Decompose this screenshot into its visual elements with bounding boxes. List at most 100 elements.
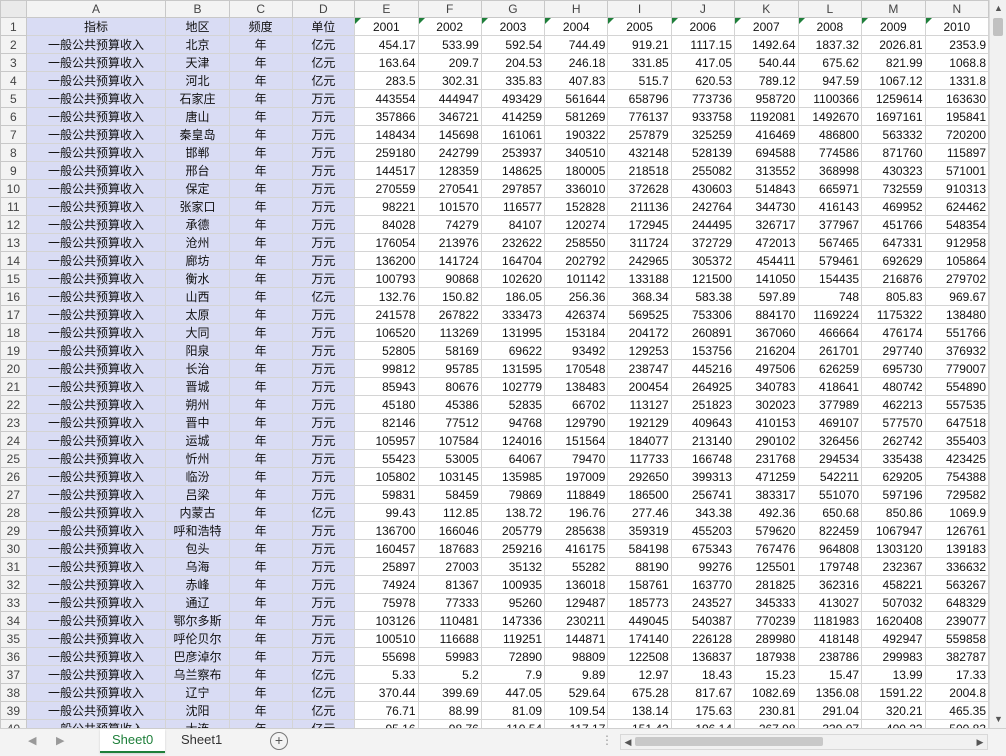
table-cell[interactable]: 一般公共预算收入 xyxy=(25,575,167,594)
header-cell[interactable]: 2010 xyxy=(924,17,989,36)
row-number[interactable]: 3 xyxy=(0,53,27,72)
table-cell[interactable]: 447.05 xyxy=(480,683,546,702)
table-cell[interactable]: 239077 xyxy=(924,611,989,630)
table-cell[interactable]: 运城 xyxy=(165,431,230,450)
table-cell[interactable]: 163770 xyxy=(670,575,736,594)
table-cell[interactable]: 万元 xyxy=(291,611,356,630)
table-cell[interactable]: 81367 xyxy=(417,575,482,594)
table-cell[interactable]: 年 xyxy=(228,71,293,90)
table-cell[interactable]: 年 xyxy=(228,197,293,216)
table-cell[interactable]: 巴彦淖尔 xyxy=(165,647,230,666)
table-cell[interactable]: 647331 xyxy=(861,233,926,252)
table-cell[interactable]: 336632 xyxy=(924,557,989,576)
table-cell[interactable]: 131995 xyxy=(480,323,546,342)
table-cell[interactable]: 101142 xyxy=(544,269,609,288)
table-cell[interactable]: 万元 xyxy=(291,323,356,342)
table-cell[interactable]: 年 xyxy=(228,521,293,540)
table-cell[interactable]: 163.64 xyxy=(354,53,419,72)
row-number[interactable]: 40 xyxy=(0,719,27,728)
table-cell[interactable]: 1068.8 xyxy=(924,53,989,72)
vertical-scroll-thumb[interactable] xyxy=(993,18,1003,36)
table-cell[interactable]: 吕梁 xyxy=(165,485,230,504)
scroll-right-arrow-icon[interactable]: ▶ xyxy=(973,735,987,749)
table-cell[interactable]: 27003 xyxy=(417,557,482,576)
table-cell[interactable]: 335438 xyxy=(861,449,926,468)
table-cell[interactable]: 260891 xyxy=(670,323,736,342)
table-cell[interactable]: 年 xyxy=(228,395,293,414)
table-cell[interactable]: 72890 xyxy=(480,647,546,666)
table-cell[interactable]: 张家口 xyxy=(165,197,230,216)
table-cell[interactable]: 一般公共预算收入 xyxy=(25,143,167,162)
row-number[interactable]: 20 xyxy=(0,359,27,378)
table-cell[interactable]: 213140 xyxy=(670,431,736,450)
table-cell[interactable]: 122508 xyxy=(607,647,672,666)
table-cell[interactable]: 一般公共预算收入 xyxy=(25,251,167,270)
table-cell[interactable]: 528139 xyxy=(670,143,736,162)
header-cell[interactable]: 2005 xyxy=(607,17,672,36)
table-cell[interactable]: 413027 xyxy=(797,593,863,612)
table-cell[interactable]: 166748 xyxy=(670,449,736,468)
table-cell[interactable]: 万元 xyxy=(291,341,356,360)
table-cell[interactable]: 1175322 xyxy=(861,305,926,324)
table-cell[interactable]: 256.36 xyxy=(544,287,609,306)
table-cell[interactable]: 万元 xyxy=(291,359,356,378)
table-cell[interactable]: 540387 xyxy=(670,611,736,630)
table-cell[interactable]: 万元 xyxy=(291,125,356,144)
table-cell[interactable]: 153184 xyxy=(544,323,609,342)
table-cell[interactable]: 74924 xyxy=(354,575,419,594)
row-number[interactable]: 38 xyxy=(0,683,27,702)
table-cell[interactable]: 81.09 xyxy=(480,701,546,720)
table-cell[interactable]: 113127 xyxy=(607,395,672,414)
header-cell[interactable]: 单位 xyxy=(291,17,356,36)
table-cell[interactable]: 53005 xyxy=(417,449,482,468)
table-cell[interactable]: 承德 xyxy=(165,215,230,234)
table-cell[interactable]: 55282 xyxy=(544,557,609,576)
table-cell[interactable]: 176054 xyxy=(354,233,419,252)
table-cell[interactable]: 88190 xyxy=(607,557,672,576)
table-cell[interactable]: 9.89 xyxy=(544,665,609,684)
table-cell[interactable]: 一般公共预算收入 xyxy=(25,683,167,702)
table-cell[interactable]: 1259614 xyxy=(861,89,926,108)
horizontal-scroll-thumb[interactable] xyxy=(635,737,823,746)
table-cell[interactable]: 一般公共预算收入 xyxy=(25,215,167,234)
table-cell[interactable]: 一般公共预算收入 xyxy=(25,89,167,108)
table-cell[interactable]: 620.53 xyxy=(670,71,736,90)
table-cell[interactable]: 一般公共预算收入 xyxy=(25,305,167,324)
table-cell[interactable]: 567465 xyxy=(797,233,863,252)
table-cell[interactable]: 579620 xyxy=(734,521,799,540)
table-cell[interactable]: 1100366 xyxy=(797,89,863,108)
table-cell[interactable]: 255082 xyxy=(670,161,736,180)
table-cell[interactable]: 万元 xyxy=(291,431,356,450)
table-cell[interactable]: 年 xyxy=(228,125,293,144)
table-cell[interactable]: 131595 xyxy=(480,359,546,378)
table-cell[interactable]: 675.28 xyxy=(607,683,672,702)
table-cell[interactable]: 年 xyxy=(228,233,293,252)
table-cell[interactable]: 52805 xyxy=(354,341,419,360)
table-cell[interactable]: 172945 xyxy=(607,215,672,234)
table-cell[interactable]: 110481 xyxy=(417,611,482,630)
table-cell[interactable]: 675.62 xyxy=(797,53,863,72)
table-cell[interactable]: 569525 xyxy=(607,305,672,324)
table-cell[interactable]: 年 xyxy=(228,89,293,108)
table-cell[interactable]: 584198 xyxy=(607,539,672,558)
table-cell[interactable]: 333473 xyxy=(480,305,546,324)
table-cell[interactable]: 年 xyxy=(228,539,293,558)
table-cell[interactable]: 344730 xyxy=(734,197,799,216)
row-number[interactable]: 28 xyxy=(0,503,27,522)
table-cell[interactable]: 753306 xyxy=(670,305,736,324)
table-cell[interactable]: 亿元 xyxy=(291,719,356,728)
row-number[interactable]: 12 xyxy=(0,215,27,234)
table-cell[interactable]: 170548 xyxy=(544,359,609,378)
table-cell[interactable]: 256741 xyxy=(670,485,736,504)
table-cell[interactable]: 一般公共预算收入 xyxy=(25,269,167,288)
table-cell[interactable]: 144517 xyxy=(354,161,419,180)
table-cell[interactable]: 99812 xyxy=(354,359,419,378)
table-cell[interactable]: 一般公共预算收入 xyxy=(25,629,167,648)
table-cell[interactable]: 154435 xyxy=(797,269,863,288)
table-cell[interactable]: 748 xyxy=(797,287,863,306)
table-cell[interactable]: 万元 xyxy=(291,89,356,108)
table-cell[interactable]: 一般公共预算收入 xyxy=(25,71,167,90)
table-cell[interactable]: 120274 xyxy=(544,215,609,234)
table-cell[interactable]: 251823 xyxy=(670,395,736,414)
table-cell[interactable]: 102620 xyxy=(480,269,546,288)
